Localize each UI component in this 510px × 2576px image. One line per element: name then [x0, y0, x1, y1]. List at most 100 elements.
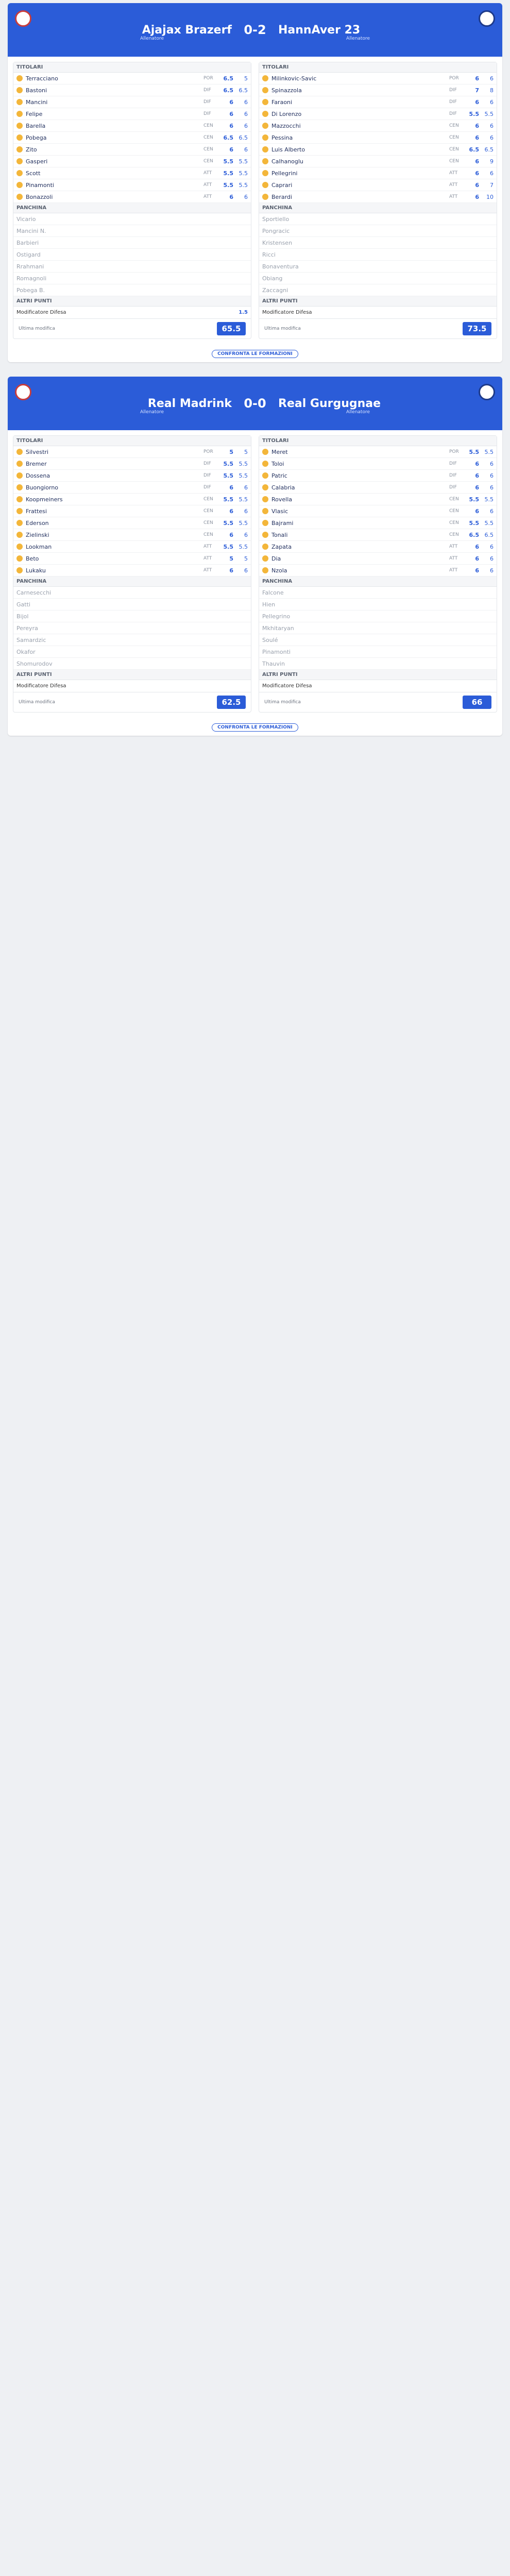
bench-player-name[interactable]: Pinamonti: [262, 649, 494, 655]
bench-player-name[interactable]: Pobega B.: [16, 287, 248, 294]
compare-button[interactable]: CONFRONTA LE FORMAZIONI: [212, 723, 298, 732]
bench-row[interactable]: Pellegrino: [259, 611, 497, 622]
bench-player-name[interactable]: Barbieri: [16, 240, 248, 246]
player-row[interactable]: Calabria DIF 6 6: [259, 482, 497, 494]
bench-player-name[interactable]: Mancini N.: [16, 228, 248, 234]
player-name[interactable]: Meret: [271, 449, 449, 455]
bench-player-name[interactable]: Ostigard: [16, 251, 248, 258]
bench-row[interactable]: Okafor: [13, 646, 251, 658]
player-name[interactable]: Pellegrini: [271, 170, 449, 177]
bench-row[interactable]: Pongracic: [259, 225, 497, 237]
bench-player-name[interactable]: Hien: [262, 601, 494, 608]
bench-row[interactable]: Shomurodov: [13, 658, 251, 670]
bench-row[interactable]: Soulé: [259, 634, 497, 646]
bench-row[interactable]: Obiang: [259, 273, 497, 284]
player-row[interactable]: Frattesi CEN 6 6: [13, 505, 251, 517]
player-name[interactable]: Zielinski: [26, 532, 203, 538]
player-row[interactable]: Di Lorenzo DIF 5.5 5.5: [259, 108, 497, 120]
bench-row[interactable]: Bonaventura: [259, 261, 497, 273]
bench-row[interactable]: Carnesecchi: [13, 587, 251, 599]
bench-row[interactable]: Falcone: [259, 587, 497, 599]
player-name[interactable]: Caprari: [271, 182, 449, 189]
player-name[interactable]: Lookman: [26, 544, 203, 550]
home-team-name[interactable]: Real Madrink: [46, 397, 232, 410]
bench-row[interactable]: Ricci: [259, 249, 497, 261]
player-row[interactable]: Beto ATT 5 5: [13, 553, 251, 565]
player-name[interactable]: Bastoni: [26, 87, 203, 94]
bench-player-name[interactable]: Soulé: [262, 637, 494, 643]
player-row[interactable]: Pinamonti ATT 5.5 5.5: [13, 179, 251, 191]
bench-player-name[interactable]: Shomurodov: [16, 660, 248, 667]
bench-player-name[interactable]: Kristensen: [262, 240, 494, 246]
player-name[interactable]: Pobega: [26, 134, 203, 141]
player-row[interactable]: Ederson CEN 5.5 5.5: [13, 517, 251, 529]
player-row[interactable]: Felipe DIF 6 6: [13, 108, 251, 120]
player-row[interactable]: Patric DIF 6 6: [259, 470, 497, 482]
player-name[interactable]: Patric: [271, 472, 449, 479]
player-row[interactable]: Barella CEN 6 6: [13, 120, 251, 132]
player-row[interactable]: Caprari ATT 6 7: [259, 179, 497, 191]
player-name[interactable]: Rovella: [271, 496, 449, 503]
bench-player-name[interactable]: Romagnoli: [16, 275, 248, 282]
bench-row[interactable]: Barbieri: [13, 237, 251, 249]
player-name[interactable]: Gasperi: [26, 158, 203, 165]
player-name[interactable]: Toloi: [271, 461, 449, 467]
bench-player-name[interactable]: Samardzic: [16, 637, 248, 643]
player-row[interactable]: Milinkovic-Savic POR 6 6: [259, 73, 497, 84]
bench-row[interactable]: Kristensen: [259, 237, 497, 249]
bench-row[interactable]: Pinamonti: [259, 646, 497, 658]
player-name[interactable]: Faraoni: [271, 99, 449, 106]
bench-player-name[interactable]: Rrahmani: [16, 263, 248, 270]
bench-row[interactable]: Samardzic: [13, 634, 251, 646]
bench-row[interactable]: Hien: [259, 599, 497, 611]
player-name[interactable]: Koopmeiners: [26, 496, 203, 503]
bench-player-name[interactable]: Pereyra: [16, 625, 248, 632]
bench-row[interactable]: Mancini N.: [13, 225, 251, 237]
player-name[interactable]: Zito: [26, 146, 203, 153]
player-name[interactable]: Lukaku: [26, 567, 203, 574]
player-name[interactable]: Felipe: [26, 111, 203, 117]
player-row[interactable]: Mazzocchi CEN 6 6: [259, 120, 497, 132]
player-row[interactable]: Spinazzola DIF 7 8: [259, 84, 497, 96]
bench-row[interactable]: Pobega B.: [13, 284, 251, 296]
bench-player-name[interactable]: Gatti: [16, 601, 248, 608]
player-name[interactable]: Frattesi: [26, 508, 203, 515]
compare-button[interactable]: CONFRONTA LE FORMAZIONI: [212, 350, 298, 358]
player-row[interactable]: Calhanoglu CEN 6 9: [259, 156, 497, 167]
bench-player-name[interactable]: Mkhitaryan: [262, 625, 494, 632]
player-row[interactable]: Nzola ATT 6 6: [259, 565, 497, 577]
bench-player-name[interactable]: Sportiello: [262, 216, 494, 223]
player-row[interactable]: Pessina CEN 6 6: [259, 132, 497, 144]
player-row[interactable]: Tonali CEN 6.5 6.5: [259, 529, 497, 541]
player-name[interactable]: Beto: [26, 555, 203, 562]
player-row[interactable]: Zito CEN 6 6: [13, 144, 251, 156]
player-row[interactable]: Lookman ATT 5.5 5.5: [13, 541, 251, 553]
player-name[interactable]: Scott: [26, 170, 203, 177]
player-row[interactable]: Bremer DIF 5.5 5.5: [13, 458, 251, 470]
player-row[interactable]: Pobega CEN 6.5 6.5: [13, 132, 251, 144]
player-row[interactable]: Bajrami CEN 5.5 5.5: [259, 517, 497, 529]
player-name[interactable]: Vlasic: [271, 508, 449, 515]
player-row[interactable]: Berardi ATT 6 10: [259, 191, 497, 203]
bench-row[interactable]: Bijol: [13, 611, 251, 622]
player-row[interactable]: Dossena DIF 5.5 5.5: [13, 470, 251, 482]
player-name[interactable]: Spinazzola: [271, 87, 449, 94]
bench-row[interactable]: Zaccagni: [259, 284, 497, 296]
bench-row[interactable]: Romagnoli: [13, 273, 251, 284]
player-row[interactable]: Meret POR 5.5 5.5: [259, 446, 497, 458]
player-name[interactable]: Luis Alberto: [271, 146, 449, 153]
bench-player-name[interactable]: Okafor: [16, 649, 248, 655]
player-name[interactable]: Tonali: [271, 532, 449, 538]
bench-player-name[interactable]: Carnesecchi: [16, 589, 248, 596]
player-name[interactable]: Bremer: [26, 461, 203, 467]
bench-row[interactable]: Gatti: [13, 599, 251, 611]
home-team-name[interactable]: Ajajax Brazerf: [46, 24, 232, 37]
bench-player-name[interactable]: Falcone: [262, 589, 494, 596]
bench-player-name[interactable]: Vicario: [16, 216, 248, 223]
player-row[interactable]: Zapata ATT 6 6: [259, 541, 497, 553]
player-name[interactable]: Pinamonti: [26, 182, 203, 189]
player-row[interactable]: Vlasic CEN 6 6: [259, 505, 497, 517]
player-row[interactable]: Scott ATT 5.5 5.5: [13, 167, 251, 179]
bench-row[interactable]: Rrahmani: [13, 261, 251, 273]
bench-row[interactable]: Thauvin: [259, 658, 497, 670]
